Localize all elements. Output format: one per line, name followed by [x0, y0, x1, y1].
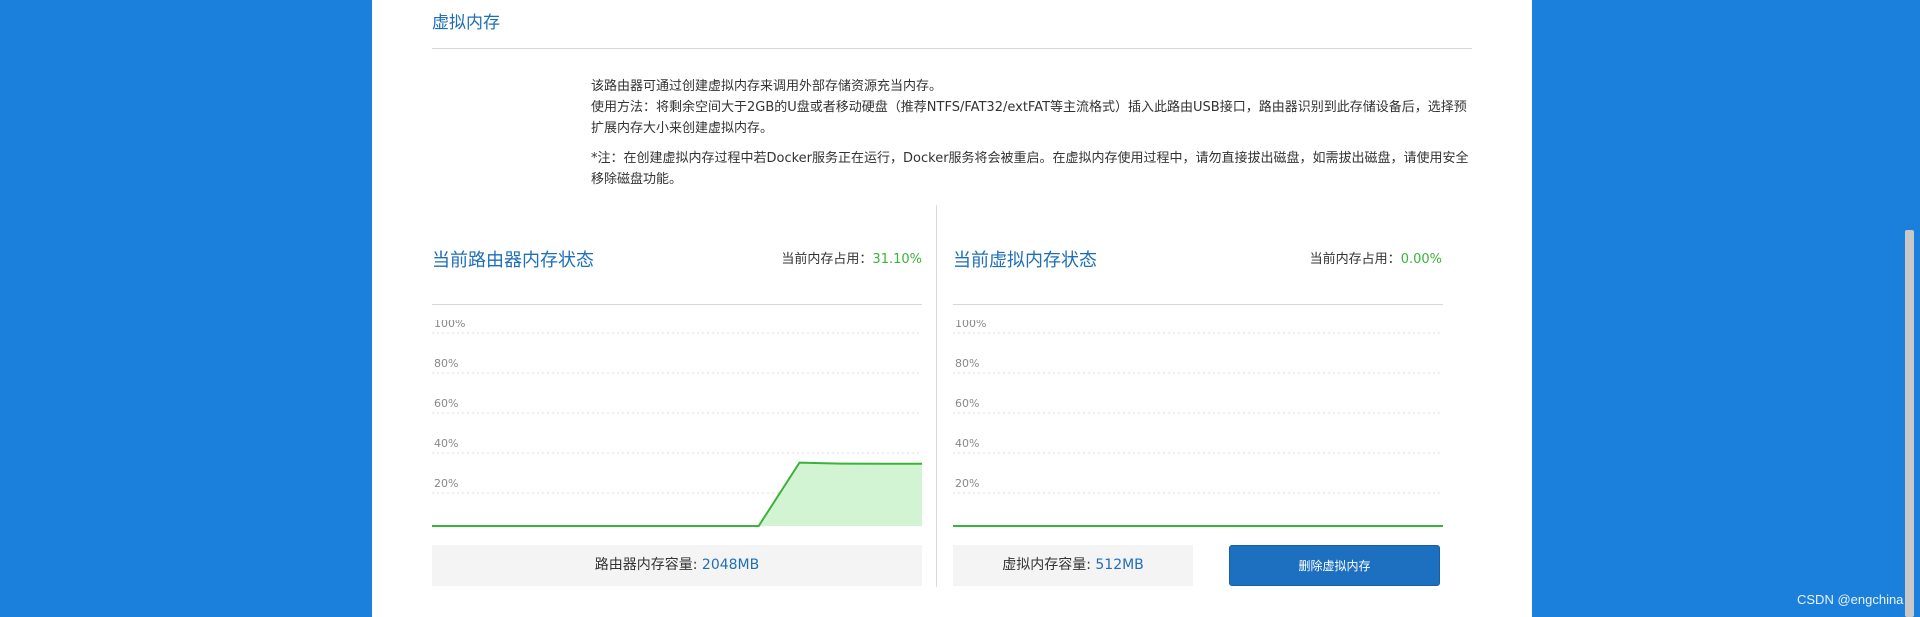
y-tick-label: 100%	[434, 320, 465, 330]
router-capacity-label: 路由器内存容量:	[594, 557, 698, 573]
delete-virtual-memory-button[interactable]: 删除虚拟内存	[1229, 545, 1440, 586]
memory-chart-svg: 100% 80% 60% 40% 20%	[432, 320, 922, 527]
description-note: *注：在创建虚拟内存过程中若Docker服务正在运行，Docker服务将会被重启…	[591, 151, 1469, 187]
section-title: 虚拟内存	[432, 13, 500, 33]
virtual-usage-label: 当前内存占用：	[1309, 252, 1401, 267]
virtual-memory-title: 当前虚拟内存状态	[953, 250, 1097, 271]
y-tick-label: 60%	[434, 397, 458, 410]
virtual-capacity-label: 虚拟内存容量:	[1002, 557, 1091, 573]
column-divider	[936, 205, 937, 587]
y-tick-label: 60%	[955, 397, 979, 410]
virtual-memory-capacity: 虚拟内存容量: 512MB	[953, 545, 1193, 586]
memory-chart-svg: 100% 80% 60% 40% 20%	[953, 320, 1443, 527]
router-memory-chart: 100% 80% 60% 40% 20%	[432, 320, 922, 530]
y-tick-label: 100%	[955, 320, 986, 330]
router-usage-value: 31.10%	[872, 252, 922, 267]
section-divider	[432, 48, 1472, 49]
y-tick-label: 40%	[434, 437, 458, 450]
y-tick-label: 80%	[434, 357, 458, 370]
router-capacity-value: 2048MB	[701, 557, 760, 573]
virtual-usage-value: 0.00%	[1400, 252, 1442, 267]
y-tick-label: 80%	[955, 357, 979, 370]
y-tick-label: 40%	[955, 437, 979, 450]
router-memory-usage: 当前内存占用：31.10%	[772, 248, 922, 267]
description: 该路由器可通过创建虚拟内存来调用外部存储资源充当内存。 使用方法：将剩余空间大于…	[591, 76, 1471, 190]
virtual-memory-usage: 当前内存占用：0.00%	[1272, 248, 1442, 267]
router-memory-divider	[432, 304, 922, 305]
usage-area	[432, 462, 922, 526]
router-memory-capacity: 路由器内存容量: 2048MB	[432, 545, 922, 586]
watermark: CSDN @engchina	[1797, 592, 1904, 607]
virtual-capacity-value: 512MB	[1095, 557, 1144, 573]
router-usage-label: 当前内存占用：	[781, 252, 873, 267]
virtual-memory-panel: 虚拟内存 该路由器可通过创建虚拟内存来调用外部存储资源充当内存。 使用方法：将剩…	[372, 0, 1532, 617]
virtual-memory-chart: 100% 80% 60% 40% 20%	[953, 320, 1443, 530]
y-tick-label: 20%	[434, 477, 458, 490]
description-line-1: 该路由器可通过创建虚拟内存来调用外部存储资源充当内存。	[591, 79, 943, 94]
y-tick-label: 20%	[955, 477, 979, 490]
scrollbar-thumb[interactable]	[1905, 230, 1914, 617]
router-memory-title: 当前路由器内存状态	[432, 250, 594, 271]
description-line-2: 使用方法：将剩余空间大于2GB的U盘或者移动硬盘（推荐NTFS/FAT32/ex…	[591, 100, 1467, 136]
virtual-memory-divider	[953, 304, 1443, 305]
